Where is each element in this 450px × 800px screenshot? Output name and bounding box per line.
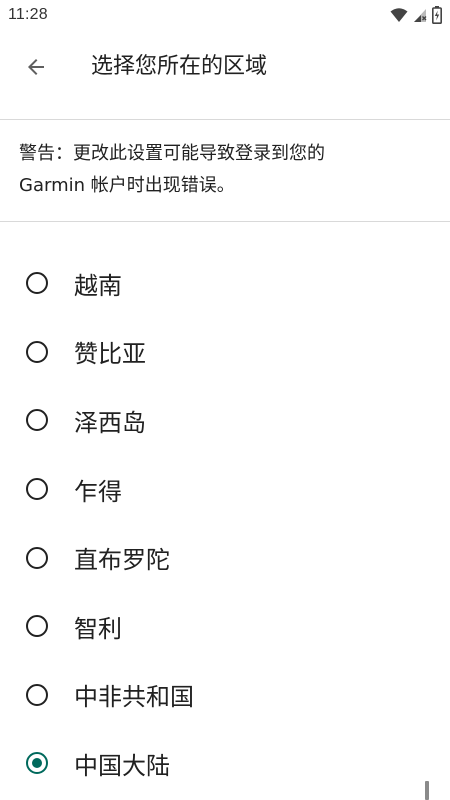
region-option[interactable]: 中非共和国: [0, 661, 450, 730]
radio-button[interactable]: [26, 409, 48, 432]
region-label: 越南: [74, 271, 122, 300]
cellular-signal-icon: [413, 7, 427, 23]
wifi-icon: [390, 7, 408, 23]
scrollbar[interactable]: [425, 781, 429, 800]
page-title: 选择您所在的区域: [91, 54, 268, 79]
warning-message: 警告：更改此设置可能导致登录到您的 Garmin 帐户时出现错误。: [19, 138, 429, 202]
region-option[interactable]: 越南: [0, 249, 450, 318]
radio-button[interactable]: [26, 546, 48, 569]
region-option[interactable]: 中国大陆: [0, 729, 450, 798]
screen: 11:28 选择您所在的区域 警告：更改此设置可能导致登录到您的 Garmin …: [0, 0, 450, 800]
status-time: 11:28: [8, 6, 48, 23]
radio-button[interactable]: [26, 272, 48, 295]
warning-divider: [0, 221, 450, 222]
region-label: 乍得: [74, 477, 122, 506]
arrow-back-icon: [24, 55, 48, 83]
app-bar: 选择您所在的区域: [0, 32, 450, 106]
region-option[interactable]: 智利: [0, 592, 450, 661]
warning-line-2: Garmin 帐户时出现错误。: [19, 175, 235, 196]
region-label: 赞比亚: [74, 340, 146, 369]
region-option[interactable]: 直布罗陀: [0, 523, 450, 592]
header-divider: [0, 119, 450, 120]
status-icons: [390, 5, 442, 25]
region-option[interactable]: 泽西岛: [0, 386, 450, 455]
region-label: 中国大陆: [74, 751, 170, 780]
region-label: 中非共和国: [74, 683, 194, 712]
radio-button[interactable]: [26, 683, 48, 706]
radio-button[interactable]: [26, 615, 48, 638]
radio-button[interactable]: [26, 752, 48, 775]
region-label: 智利: [74, 614, 122, 643]
warning-line-1: 警告：更改此设置可能导致登录到您的: [19, 143, 325, 164]
region-option[interactable]: 乍得: [0, 455, 450, 524]
radio-button[interactable]: [26, 478, 48, 501]
region-label: 直布罗陀: [74, 546, 170, 575]
region-option[interactable]: 赞比亚: [0, 318, 450, 387]
region-label: 泽西岛: [74, 408, 146, 437]
back-button[interactable]: [14, 47, 58, 91]
region-list: 越南 赞比亚 泽西岛 乍得 直布罗陀 智利 中非共和国 中国大陆: [0, 249, 450, 798]
status-bar: 11:28: [0, 0, 450, 32]
radio-button[interactable]: [26, 340, 48, 363]
battery-charging-icon: [432, 6, 442, 24]
